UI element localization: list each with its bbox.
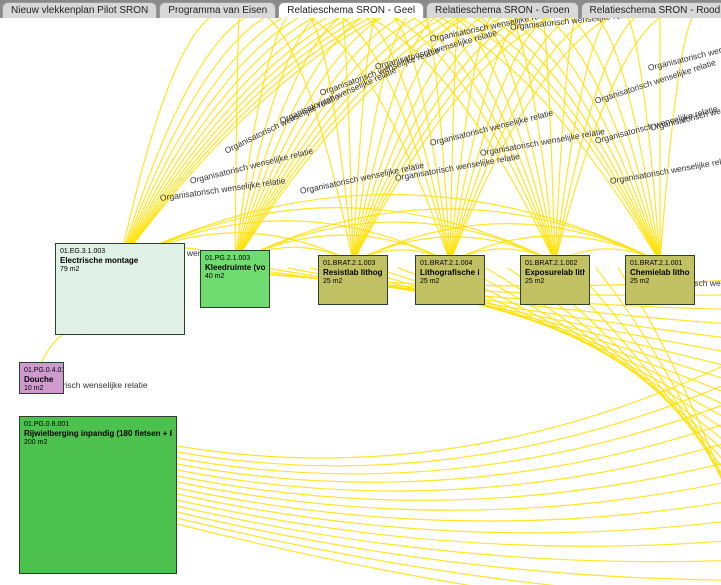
node-title: Kleedruimte (voorsluis en l bbox=[205, 263, 265, 272]
node-code: 01.BRAT.2.1.004 bbox=[420, 259, 480, 268]
tab-3[interactable]: Relatieschema SRON - Groen bbox=[426, 2, 579, 18]
node-code: 01.EG.3.1.003 bbox=[60, 247, 180, 256]
node-area: 25 m2 bbox=[323, 277, 383, 286]
tab-4[interactable]: Relatieschema SRON - Rood bbox=[581, 2, 721, 18]
node-area: 79 m2 bbox=[60, 265, 180, 274]
node-n4[interactable]: 01.BRAT.2.1.002Exposurelab litho25 m2 bbox=[520, 255, 590, 305]
node-n3[interactable]: 01.BRAT.2.1.004Lithografische inspectie2… bbox=[415, 255, 485, 305]
node-title: Electrische montage bbox=[60, 256, 180, 265]
node-code: 01.BRAT.2.1.001 bbox=[630, 259, 690, 268]
node-n0[interactable]: 01.EG.3.1.003Electrische montage79 m2 bbox=[55, 243, 185, 335]
node-code: 01.BRAT.2.1.003 bbox=[323, 259, 383, 268]
node-title: Douche bbox=[24, 375, 59, 384]
node-n2[interactable]: 01.BRAT.2.1.003Resistlab lithogr.25 m2 bbox=[318, 255, 388, 305]
node-title: Rijwielberging inpandig (180 fietsen + 8… bbox=[24, 429, 172, 438]
node-title: Resistlab lithogr. bbox=[323, 268, 383, 277]
node-n7[interactable]: 01.PG.0.8.001Rijwielberging inpandig (18… bbox=[19, 416, 177, 574]
node-area: 25 m2 bbox=[525, 277, 585, 286]
node-code: 01.PG.2.1.003 bbox=[205, 254, 265, 263]
relation-label: Organisatorisch wenselijke relatie bbox=[223, 91, 341, 155]
node-code: 01.PG.0.8.001 bbox=[24, 420, 172, 429]
node-title: Chemielab lithogr bbox=[630, 268, 690, 277]
node-area: 25 m2 bbox=[420, 277, 480, 286]
node-title: Lithografische inspectie bbox=[420, 268, 480, 277]
node-area: 40 m2 bbox=[205, 272, 265, 281]
relation-label: Organisatorisch wenselijke relatie bbox=[609, 154, 721, 186]
tab-2[interactable]: Relatieschema SRON - Geel bbox=[278, 2, 424, 18]
relation-label: Organisatorisch wenselijke relatie bbox=[159, 175, 286, 203]
node-n6[interactable]: 01.PG.0.4.01Douche10 m2 bbox=[19, 362, 64, 394]
tab-0[interactable]: Nieuw vlekkenplan Pilot SRON bbox=[2, 2, 157, 18]
node-n5[interactable]: 01.BRAT.2.1.001Chemielab lithogr25 m2 bbox=[625, 255, 695, 305]
tab-bar: Nieuw vlekkenplan Pilot SRONProgramma va… bbox=[0, 0, 721, 18]
node-area: 200 m2 bbox=[24, 438, 172, 447]
tab-1[interactable]: Programma van Eisen bbox=[159, 2, 276, 18]
node-area: 10 m2 bbox=[24, 384, 59, 393]
node-code: 01.BRAT.2.1.002 bbox=[525, 259, 585, 268]
node-area: 25 m2 bbox=[630, 277, 690, 286]
node-title: Exposurelab litho bbox=[525, 268, 585, 277]
node-n1[interactable]: 01.PG.2.1.003Kleedruimte (voorsluis en l… bbox=[200, 250, 270, 308]
diagram-canvas[interactable]: Organisatorisch wenselijke relatie Organi… bbox=[0, 18, 721, 585]
node-code: 01.PG.0.4.01 bbox=[24, 366, 59, 375]
